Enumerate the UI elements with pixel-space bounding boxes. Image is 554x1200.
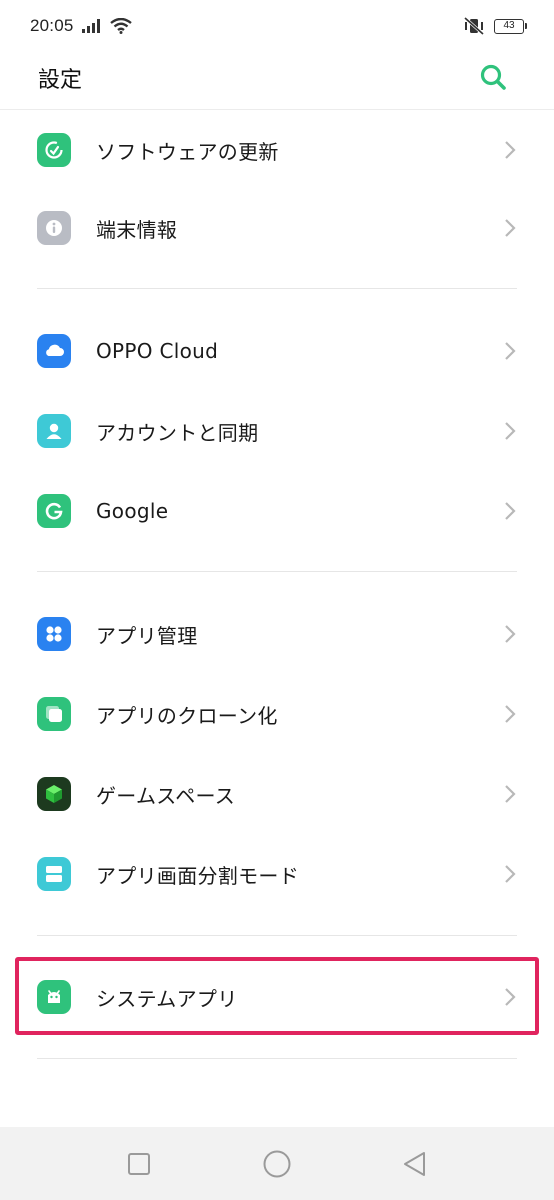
chevron-right-icon [505, 502, 516, 520]
navigation-bar [0, 1127, 554, 1200]
account-icon [37, 414, 71, 448]
settings-item-system-apps[interactable]: システムアプリ [0, 957, 554, 1037]
settings-item-oppo-cloud[interactable]: OPPO Cloud [0, 311, 554, 391]
home-button[interactable] [262, 1149, 292, 1179]
section-divider [37, 288, 517, 289]
chevron-right-icon [505, 342, 516, 360]
back-button[interactable] [400, 1149, 430, 1179]
settings-item-app-clone[interactable]: アプリのクローン化 [0, 674, 554, 754]
split-screen-icon [37, 857, 71, 891]
chevron-right-icon [505, 705, 516, 723]
section-divider [37, 571, 517, 572]
page-title: 設定 [38, 68, 83, 93]
software-update-icon [37, 133, 71, 167]
vibrate-off-icon [464, 17, 484, 35]
status-bar: 20:05 43 [0, 0, 554, 52]
chevron-right-icon [505, 988, 516, 1006]
system-apps-icon [37, 980, 71, 1014]
battery-level: 43 [503, 19, 515, 31]
recent-apps-button[interactable] [124, 1149, 154, 1179]
settings-item-label: ソフトウェアの更新 [96, 139, 279, 164]
settings-item-software-update[interactable]: ソフトウェアの更新 [0, 110, 554, 190]
app-management-icon [37, 617, 71, 651]
settings-item-label: アプリ画面分割モード [96, 863, 299, 888]
settings-item-accounts-sync[interactable]: アカウントと同期 [0, 391, 554, 471]
chevron-right-icon [505, 422, 516, 440]
wifi-icon [109, 18, 132, 34]
section-divider [37, 935, 517, 936]
section-divider [37, 1058, 517, 1059]
settings-item-app-management[interactable]: アプリ管理 [0, 594, 554, 674]
chevron-right-icon [505, 625, 516, 643]
settings-item-label: アプリ管理 [96, 623, 198, 648]
app-clone-icon [37, 697, 71, 731]
chevron-right-icon [505, 865, 516, 883]
chevron-right-icon [505, 141, 516, 159]
game-space-icon [37, 777, 71, 811]
settings-item-game-space[interactable]: ゲームスペース [0, 754, 554, 834]
settings-item-label: アプリのクローン化 [96, 703, 278, 728]
status-time: 20:05 [30, 16, 74, 35]
settings-item-device-info[interactable]: 端末情報 [0, 188, 554, 268]
app-header: 設定 [0, 52, 554, 110]
settings-item-label: Google [96, 499, 169, 523]
settings-item-label: システムアプリ [96, 986, 238, 1011]
chevron-right-icon [505, 785, 516, 803]
info-icon [37, 211, 71, 245]
settings-item-label: アカウントと同期 [96, 420, 259, 445]
signal-icon [81, 19, 100, 33]
search-icon[interactable] [478, 62, 508, 92]
chevron-right-icon [505, 219, 516, 237]
settings-item-split-screen[interactable]: アプリ画面分割モード [0, 834, 554, 914]
settings-item-google[interactable]: Google [0, 471, 554, 551]
settings-item-label: ゲームスペース [96, 783, 236, 808]
cloud-icon [37, 334, 71, 368]
settings-item-label: OPPO Cloud [96, 339, 219, 363]
battery-icon: 43 [494, 18, 527, 34]
google-icon [37, 494, 71, 528]
settings-item-label: 端末情報 [96, 217, 178, 242]
